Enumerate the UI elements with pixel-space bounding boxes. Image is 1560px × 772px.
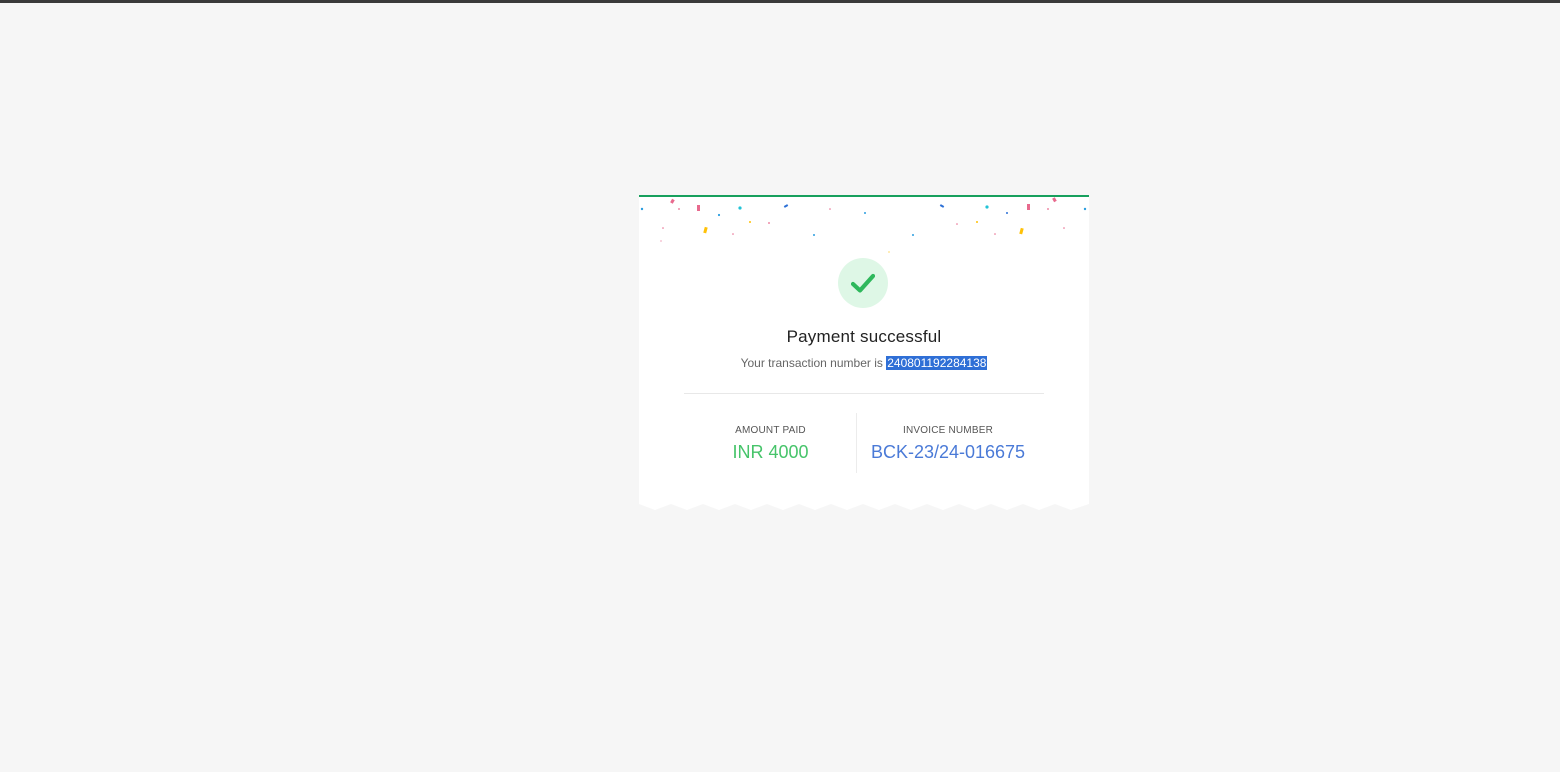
check-mark-icon	[851, 273, 875, 293]
section-divider	[684, 393, 1044, 394]
payment-receipt-card: Payment successful Your transaction numb…	[639, 195, 1089, 512]
transaction-number[interactable]: 240801192284138	[886, 356, 988, 370]
invoice-number-section: INVOICE NUMBER BCK-23/24-016675	[858, 425, 1038, 463]
window-top-rule	[0, 0, 1560, 3]
amount-paid-section: AMOUNT PAID INR 4000	[684, 425, 857, 463]
amount-paid-label: AMOUNT PAID	[735, 425, 806, 436]
amount-paid-value: INR 4000	[732, 442, 809, 462]
success-badge	[838, 258, 888, 308]
transaction-prefix: Your transaction number is	[740, 356, 883, 370]
receipt-torn-edge	[639, 504, 1089, 512]
confetti-decoration	[640, 197, 1087, 253]
payment-status-title: Payment successful	[786, 327, 942, 346]
invoice-number-value: BCK-23/24-016675	[870, 442, 1026, 462]
invoice-number-label: INVOICE NUMBER	[902, 425, 994, 436]
transaction-info: Your transaction number is 2408011922841…	[639, 356, 1089, 370]
